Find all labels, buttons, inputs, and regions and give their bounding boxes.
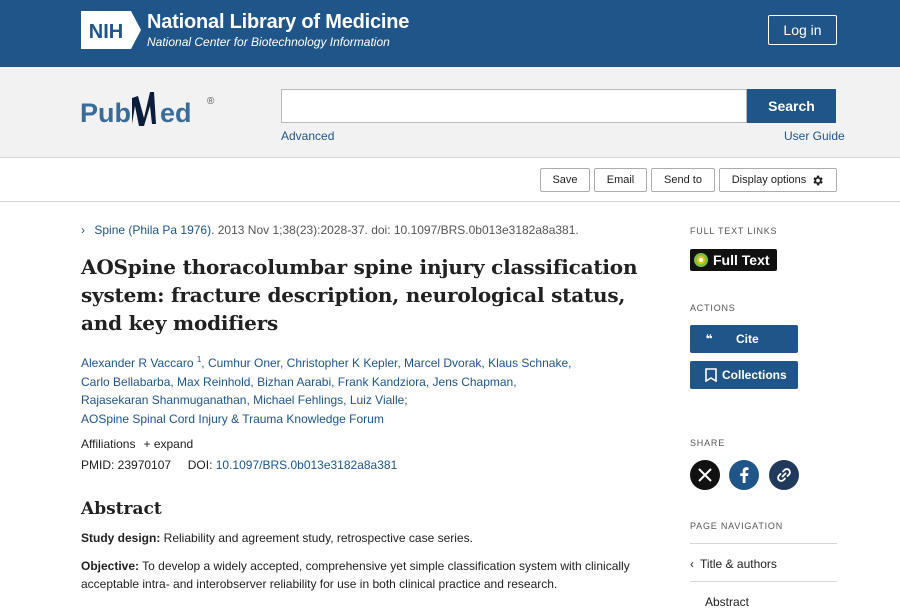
display-options-label: Display options [731,174,807,186]
pubmed-logo-right: ed [160,98,192,128]
link-icon [777,468,791,482]
full-text-links-heading: FULL TEXT LINKS [690,226,778,236]
page-navigation-heading: PAGE NAVIGATION [690,521,784,531]
study-design-label: Study design: [81,531,161,545]
collections-button[interactable]: Collections [690,361,798,389]
citation-text: . 2013 Nov 1;38(23):2028-37. doi: 10.109… [211,223,579,237]
chevron-right-icon: › [81,223,85,237]
share-heading: SHARE [690,438,726,448]
article-toolbar: Save Email Send to Display options [0,158,900,202]
search-input[interactable] [281,89,747,123]
share-x-button[interactable] [690,460,720,490]
objective-paragraph: Objective: To develop a widely accepted,… [81,557,641,593]
search-band: Pub ed ® Search Advanced User Guide [0,67,900,158]
registered-mark: ® [207,96,215,107]
full-text-button[interactable]: Full Text [690,249,777,271]
affiliations-label[interactable]: Affiliations [81,437,135,451]
user-guide-link[interactable]: User Guide [784,129,845,143]
nih-mark: NIH [89,21,123,43]
author-links[interactable]: , Cumhur Oner, Christopher K Kepler, Mar… [201,356,571,370]
author-links[interactable]: Rajasekaran Shanmuganathan, Michael Fehl… [81,393,408,407]
doi-label: DOI: [187,458,213,472]
nav-divider [690,581,837,582]
display-options-button[interactable]: Display options [719,168,837,192]
actions-heading: ACTIONS [690,303,736,313]
x-twitter-icon [698,468,712,482]
identifiers-row: PMID: 23970107 DOI: 10.1097/BRS.0b013e31… [81,458,397,472]
pubmed-logo-left: Pub [80,98,131,128]
expand-toggle[interactable]: + expand [143,437,193,451]
search-button[interactable]: Search [747,89,836,123]
doi-link[interactable]: 10.1097/BRS.0b013e3182a8a381 [216,458,398,472]
author-list: Alexander R Vaccaro 1, Cumhur Oner, Chri… [81,351,601,428]
full-text-label: Full Text [713,252,770,268]
cite-button[interactable]: ❝ Cite [690,325,798,353]
abstract-heading: Abstract [81,499,162,519]
journal-citation: › Spine (Phila Pa 1976). 2013 Nov 1;38(2… [81,223,579,237]
author-link[interactable]: Alexander R Vaccaro [81,356,194,370]
cite-label: Cite [736,332,759,346]
nih-logo-icon[interactable]: NIH [81,11,141,49]
full-text-logo-icon [694,253,708,267]
nav-divider [690,543,837,544]
quote-icon: ❝ [705,332,713,346]
chevron-left-icon: ‹ [690,557,694,571]
pmid: PMID: 23970107 [81,458,172,472]
send-to-button[interactable]: Send to [651,168,715,192]
gear-icon [813,175,823,185]
nav-item-abstract[interactable]: Abstract [705,595,749,609]
advanced-search-link[interactable]: Advanced [281,129,334,143]
study-design-text: Reliability and agreement study, retrosp… [160,531,473,545]
share-link-button[interactable] [769,460,799,490]
affiliations-row[interactable]: Affiliations + expand [81,437,193,451]
login-button[interactable]: Log in [768,15,837,45]
nih-header: NIH National Library of Medicine Nationa… [0,0,900,67]
journal-link[interactable]: Spine (Phila Pa 1976) [94,223,211,237]
article-title: AOSpine thoracolumbar spine injury class… [81,255,638,335]
email-button[interactable]: Email [594,168,647,192]
collective-author-link[interactable]: AOSpine Spinal Cord Injury & Trauma Know… [81,412,384,426]
nav-item-title-authors[interactable]: ‹ Title & authors [690,557,777,571]
bookmark-icon [705,368,717,382]
nav-item-label: Title & authors [700,557,777,571]
save-button[interactable]: Save [540,168,590,192]
nlm-title[interactable]: National Library of Medicine [147,11,409,34]
ncbi-subtitle: National Center for Biotechnology Inform… [147,35,390,49]
pubmed-logo-icon[interactable]: Pub ed ® [80,84,225,134]
author-links[interactable]: Carlo Bellabarba, Max Reinhold, Bizhan A… [81,375,517,389]
study-design-paragraph: Study design: Reliability and agreement … [81,529,641,547]
facebook-icon [740,467,749,483]
objective-label: Objective: [81,559,140,573]
collections-label: Collections [722,368,787,382]
share-facebook-button[interactable] [729,460,759,490]
objective-text: To develop a widely accepted, comprehens… [81,559,630,591]
